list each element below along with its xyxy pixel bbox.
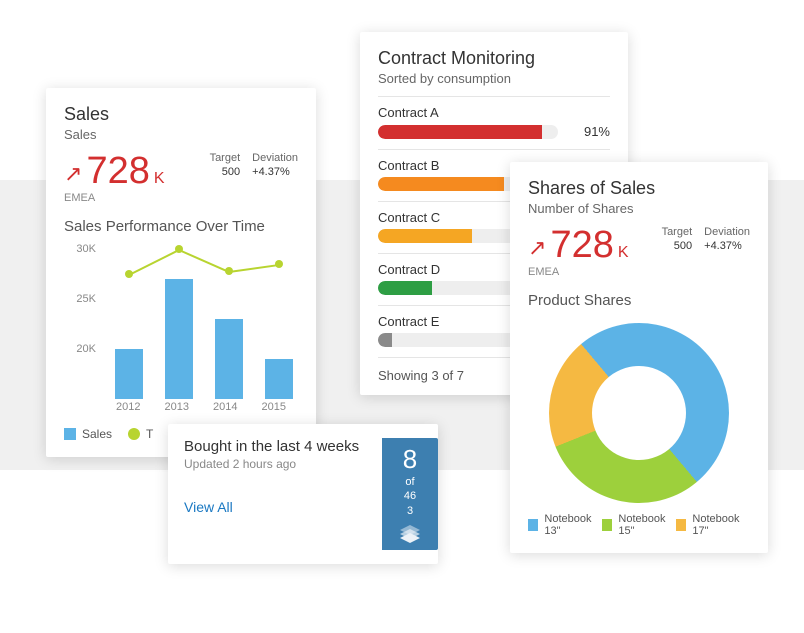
- sales-title: Sales: [64, 104, 298, 125]
- contracts-subtitle: Sorted by consumption: [378, 71, 610, 86]
- y-tick: 20K: [76, 343, 96, 355]
- sales-kpi-value: 728: [86, 152, 149, 190]
- sales-kpi-unit: K: [154, 170, 165, 188]
- count-total: 46: [404, 489, 416, 503]
- shares-kpi-unit: K: [618, 244, 629, 262]
- count-extra: 3: [407, 504, 413, 518]
- shares-card: Shares of Sales Number of Shares ↗ 728 K…: [510, 162, 768, 553]
- legend-label: Notebook 17": [692, 513, 750, 537]
- square-icon: [64, 428, 76, 440]
- progress-fill: [378, 229, 472, 243]
- contracts-title: Contract Monitoring: [378, 48, 610, 69]
- square-icon: [602, 519, 612, 531]
- square-icon: [676, 519, 686, 531]
- bought-card: Bought in the last 4 weeks Updated 2 hou…: [168, 424, 438, 564]
- shares-section-title: Product Shares: [528, 292, 750, 309]
- legend-item: Notebook 17": [676, 513, 750, 537]
- legend-label: Notebook 13": [544, 513, 602, 537]
- circle-icon: [128, 428, 140, 440]
- deviation-label: Deviation: [252, 152, 298, 164]
- target-value: 500: [206, 166, 240, 178]
- legend-item: Notebook 13": [528, 513, 602, 537]
- chart-point: [225, 267, 233, 275]
- bought-title: Bought in the last 4 weeks: [184, 438, 382, 455]
- layers-icon: [396, 524, 424, 544]
- deviation-label: Deviation: [704, 226, 750, 238]
- chart-bar: [265, 359, 293, 399]
- progress-fill: [378, 281, 432, 295]
- square-icon: [528, 519, 538, 531]
- x-tick: 2013: [153, 401, 202, 419]
- x-tick: 2012: [104, 401, 153, 419]
- x-tick: 2015: [250, 401, 299, 419]
- chart-bar: [165, 279, 193, 399]
- sales-target-deviation: Target Deviation 500 +4.37%: [206, 152, 298, 178]
- chart-line: [229, 264, 279, 273]
- arrow-up-icon: ↗: [64, 161, 82, 187]
- target-value: 500: [658, 240, 692, 252]
- chart-bar: [115, 349, 143, 399]
- legend-item: Notebook 15": [602, 513, 676, 537]
- shares-legend: Notebook 13" Notebook 15" Notebook 17": [528, 513, 750, 537]
- y-tick: 30K: [76, 243, 96, 255]
- shares-target-deviation: Target Deviation 500 +4.37%: [658, 226, 750, 252]
- target-label: Target: [206, 152, 240, 164]
- sales-subtitle: Sales: [64, 127, 298, 142]
- legend-item: T: [128, 427, 153, 441]
- progress-fill: [378, 177, 504, 191]
- progress-fill: [378, 125, 542, 139]
- shares-title: Shares of Sales: [528, 178, 750, 199]
- target-label: Target: [658, 226, 692, 238]
- chart-point: [125, 270, 133, 278]
- arrow-up-icon: ↗: [528, 235, 546, 261]
- sales-card: Sales Sales ↗ 728 K Target Deviation 500…: [46, 88, 316, 457]
- legend-item: Sales: [64, 427, 112, 441]
- deviation-value: +4.37%: [252, 166, 290, 178]
- contract-row: Contract A 91%: [378, 96, 610, 149]
- x-tick: 2014: [201, 401, 250, 419]
- contract-name: Contract A: [378, 105, 610, 120]
- sales-section-title: Sales Performance Over Time: [64, 218, 298, 235]
- chart-line: [129, 249, 180, 276]
- legend-label: Notebook 15": [618, 513, 676, 537]
- progress-track: [378, 125, 558, 139]
- legend-label: Sales: [82, 427, 112, 441]
- view-all-link[interactable]: View All: [184, 499, 382, 515]
- sales-kpi: ↗ 728 K: [64, 152, 165, 190]
- progress-fill: [378, 333, 392, 347]
- count-of: of: [405, 475, 414, 489]
- product-shares-donut: [549, 323, 729, 503]
- bought-subtitle: Updated 2 hours ago: [184, 457, 382, 471]
- chart-line: [179, 249, 230, 273]
- shares-region: EMEA: [528, 266, 750, 278]
- legend-label: T: [146, 427, 153, 441]
- sales-bar-chart: 30K25K20K 2012201320142015: [64, 249, 298, 419]
- sales-region: EMEA: [64, 192, 298, 204]
- y-tick: 25K: [76, 293, 96, 305]
- count-badge: 8 of 46 3: [382, 438, 438, 550]
- chart-point: [175, 245, 183, 253]
- chart-point: [275, 260, 283, 268]
- progress-percent: 91%: [584, 124, 610, 139]
- shares-kpi: ↗ 728 K: [528, 226, 629, 264]
- shares-subtitle: Number of Shares: [528, 201, 750, 216]
- chart-bar: [215, 319, 243, 399]
- count-value: 8: [403, 444, 417, 475]
- deviation-value: +4.37%: [704, 240, 742, 252]
- shares-kpi-value: 728: [550, 226, 613, 264]
